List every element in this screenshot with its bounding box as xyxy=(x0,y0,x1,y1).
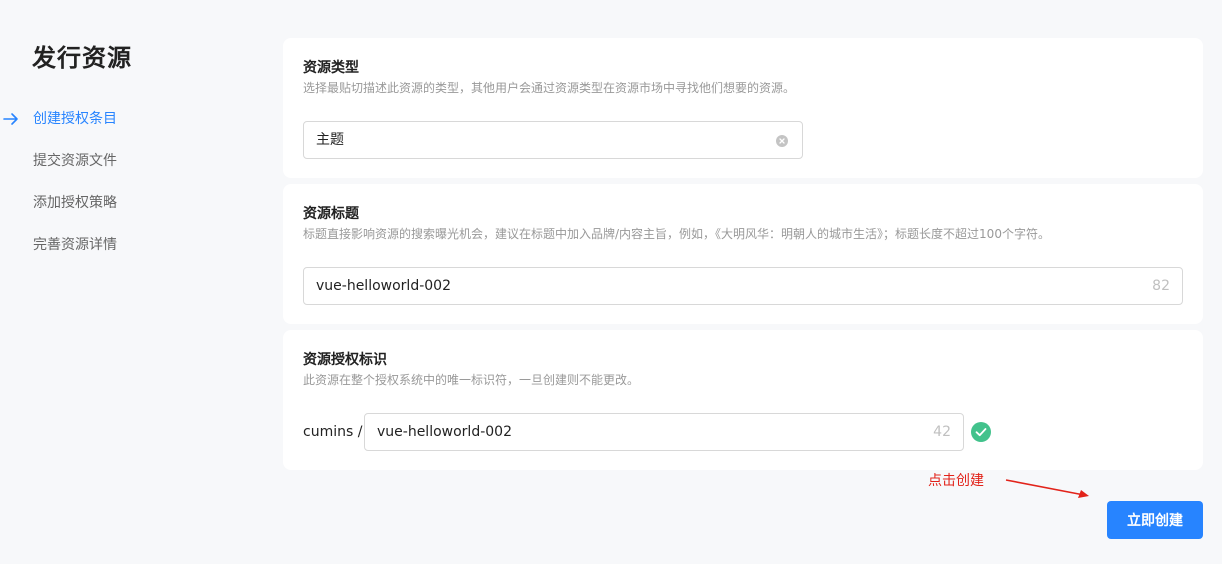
step-create-auth-item[interactable]: 创建授权条目 xyxy=(0,106,240,148)
resource-title-card: 资源标题 标题直接影响资源的搜索曝光机会，建议在标题中加入品牌/内容主旨，例如，… xyxy=(283,184,1203,324)
resource-identifier-value: vue-helloworld-002 xyxy=(377,424,512,440)
step-label: 添加授权策略 xyxy=(33,195,117,211)
resource-type-card: 资源类型 选择最贴切描述此资源的类型，其他用户会通过资源类型在资源市场中寻找他们… xyxy=(283,38,1203,178)
resource-title-char-counter: 82 xyxy=(1152,278,1170,294)
step-complete-details[interactable]: 完善资源详情 xyxy=(0,232,240,274)
check-circle-icon xyxy=(971,422,991,442)
resource-identifier-char-counter: 42 xyxy=(933,424,951,440)
resource-title-title: 资源标题 xyxy=(303,206,359,222)
page-title: 发行资源 xyxy=(32,44,132,72)
annotation-arrow-icon xyxy=(1005,479,1089,498)
resource-type-select[interactable]: 主题 xyxy=(303,121,803,159)
resource-identifier-card: 资源授权标识 此资源在整个授权系统中的唯一标识符，一旦创建则不能更改。 cumi… xyxy=(283,330,1203,470)
step-label: 完善资源详情 xyxy=(33,237,117,253)
create-now-button[interactable]: 立即创建 xyxy=(1107,501,1203,539)
resource-type-description: 选择最贴切描述此资源的类型，其他用户会通过资源类型在资源市场中寻找他们想要的资源… xyxy=(303,81,796,95)
resource-identifier-title: 资源授权标识 xyxy=(303,352,387,368)
resource-title-input[interactable]: vue-helloworld-002 82 xyxy=(303,267,1183,305)
resource-type-value: 主题 xyxy=(316,132,344,148)
identifier-prefix: cumins / xyxy=(303,424,363,440)
resource-title-value: vue-helloworld-002 xyxy=(316,278,451,294)
resource-identifier-description: 此资源在整个授权系统中的唯一标识符，一旦创建则不能更改。 xyxy=(303,373,640,387)
step-add-policy[interactable]: 添加授权策略 xyxy=(0,190,240,232)
step-submit-file[interactable]: 提交资源文件 xyxy=(0,148,240,190)
resource-title-description: 标题直接影响资源的搜索曝光机会，建议在标题中加入品牌/内容主旨，例如，《大明风华… xyxy=(303,227,1050,241)
clear-circle-icon[interactable] xyxy=(776,135,788,147)
resource-identifier-input[interactable]: vue-helloworld-002 42 xyxy=(364,413,964,451)
arrow-right-icon xyxy=(3,110,19,126)
step-label: 提交资源文件 xyxy=(33,153,117,169)
step-label: 创建授权条目 xyxy=(33,111,117,127)
step-nav: 创建授权条目 提交资源文件 添加授权策略 完善资源详情 xyxy=(0,106,240,274)
resource-type-title: 资源类型 xyxy=(303,60,359,76)
click-create-annotation: 点击创建 xyxy=(928,473,984,489)
publish-resource-page: 发行资源 创建授权条目 提交资源文件 添加授权策略 完善资源详情 资源类型 选择… xyxy=(0,0,1222,564)
